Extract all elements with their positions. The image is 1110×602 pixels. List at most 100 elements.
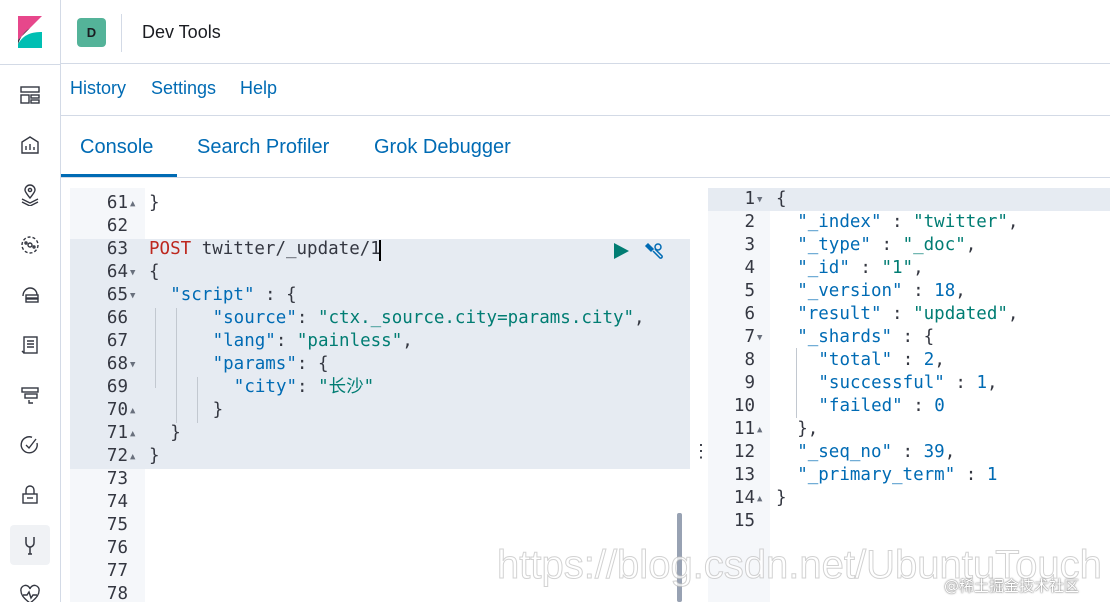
ml-icon[interactable] xyxy=(10,225,50,265)
maps-icon[interactable] xyxy=(10,175,50,215)
fold-up-icon[interactable]: ▲ xyxy=(757,425,762,435)
tab-grok-debugger[interactable]: Grok Debugger xyxy=(374,136,511,159)
dashboard-icon[interactable] xyxy=(10,75,50,115)
json-key: "_seq_no" xyxy=(797,442,893,462)
code-line: }, xyxy=(797,418,818,441)
json-string: "ctx._source.city=params.city" xyxy=(317,308,635,328)
line-number: 77 xyxy=(106,561,128,581)
history-link[interactable]: History xyxy=(70,78,126,99)
settings-link[interactable]: Settings xyxy=(151,78,216,99)
fold-up-icon[interactable]: ▲ xyxy=(130,199,135,209)
json-punct: } xyxy=(170,423,181,443)
tab-console[interactable]: Console xyxy=(80,136,153,159)
line-number: 12 xyxy=(733,442,755,462)
fold-up-icon[interactable]: ▲ xyxy=(130,452,135,462)
http-method: POST xyxy=(149,239,192,259)
json-key: "total" xyxy=(818,350,893,370)
line-number: 76 xyxy=(106,538,128,558)
fold-up-icon[interactable]: ▲ xyxy=(757,494,762,504)
fold-up-icon[interactable]: ▲ xyxy=(130,406,135,416)
help-link[interactable]: Help xyxy=(240,78,277,99)
json-punct: { xyxy=(149,262,160,282)
fold-down-icon[interactable]: ▼ xyxy=(757,195,762,205)
pane-resizer-icon[interactable]: ⋮ xyxy=(692,440,710,462)
json-string: "painless" xyxy=(296,331,403,351)
line-number: 63 xyxy=(106,239,128,259)
json-punct: , xyxy=(402,331,413,351)
code-line: "successful" : 1, xyxy=(818,372,997,395)
json-punct: { xyxy=(776,189,787,209)
json-punct: , xyxy=(634,308,645,328)
code-line: "_seq_no" : 39, xyxy=(797,441,955,464)
line-number: 2 xyxy=(744,212,755,232)
json-key: "city" xyxy=(233,377,298,397)
wrench-icon[interactable] xyxy=(643,241,665,263)
json-punct: , xyxy=(913,258,924,278)
fold-down-icon[interactable]: ▼ xyxy=(757,333,762,343)
json-punct: , xyxy=(934,350,945,370)
json-separator: : xyxy=(892,442,924,462)
line-number: 5 xyxy=(744,281,755,301)
json-key: "_index" xyxy=(797,212,882,232)
json-punct: } xyxy=(149,193,160,213)
line-number: 66 xyxy=(106,308,128,328)
json-punct: : { xyxy=(296,354,329,374)
json-punct: , xyxy=(1007,304,1019,324)
line-number: 7 xyxy=(744,327,755,347)
play-icon[interactable] xyxy=(612,242,630,260)
line-number: 13 xyxy=(733,465,755,485)
line-number: 75 xyxy=(106,515,128,535)
dev-tools-tabs: Console Search Profiler Grok Debugger xyxy=(61,116,1110,178)
json-punct: , xyxy=(965,235,977,255)
json-key: "lang" xyxy=(212,331,276,351)
json-punct: } xyxy=(776,488,787,508)
tab-search-profiler[interactable]: Search Profiler xyxy=(197,136,329,159)
code-line: } xyxy=(213,399,224,422)
space-avatar[interactable]: D xyxy=(77,18,106,47)
json-punct: }, xyxy=(797,419,819,439)
json-string: "_doc" xyxy=(902,235,966,255)
watermark-juejin: @稀土掘金技术社区 xyxy=(944,577,1080,595)
json-key: "_primary_term" xyxy=(797,465,956,485)
line-number: 8 xyxy=(744,350,755,370)
indent-guide xyxy=(176,308,177,423)
active-tab-indicator xyxy=(61,174,177,177)
json-separator: : xyxy=(849,258,882,278)
json-key: "failed" xyxy=(818,396,903,416)
fold-down-icon[interactable]: ▼ xyxy=(130,268,135,278)
json-separator: : xyxy=(944,373,977,393)
monitoring-icon[interactable] xyxy=(10,575,50,602)
fold-up-icon[interactable]: ▲ xyxy=(130,429,135,439)
json-separator: : xyxy=(955,465,987,485)
siem-icon[interactable] xyxy=(10,475,50,515)
fold-down-icon[interactable]: ▼ xyxy=(130,360,135,370)
logs-icon[interactable] xyxy=(10,325,50,365)
line-number: 1 xyxy=(744,189,755,209)
dev-tools-icon[interactable] xyxy=(10,525,50,565)
json-separator: : xyxy=(892,350,924,370)
json-separator: : xyxy=(881,304,914,324)
json-key: "_version" xyxy=(797,281,903,301)
code-line: "_index" : "twitter", xyxy=(797,211,1018,234)
infrastructure-icon[interactable] xyxy=(10,275,50,315)
json-string: "twitter" xyxy=(913,212,1008,232)
kibana-logo-icon[interactable] xyxy=(16,14,44,50)
code-line: "failed" : 0 xyxy=(818,395,944,418)
json-key: "_id" xyxy=(797,258,850,278)
fold-down-icon[interactable]: ▼ xyxy=(130,291,135,301)
line-number: 69 xyxy=(106,377,128,397)
json-key: "source" xyxy=(212,308,297,328)
canvas-icon[interactable] xyxy=(10,125,50,165)
code-line: "_shards" : { xyxy=(797,326,934,349)
rail-divider xyxy=(0,64,61,65)
json-punct: , xyxy=(1007,212,1019,232)
code-line: "source": "ctx._source.city=params.city"… xyxy=(213,307,645,330)
uptime-icon[interactable] xyxy=(10,425,50,465)
json-punct: , xyxy=(955,281,966,301)
code-line: "_primary_term" : 1 xyxy=(797,464,997,487)
apm-icon[interactable] xyxy=(10,375,50,415)
json-key: "_shards" xyxy=(797,327,893,347)
json-punct: : { xyxy=(892,327,935,347)
line-number: 10 xyxy=(733,396,755,416)
response-highlight xyxy=(708,188,1110,211)
